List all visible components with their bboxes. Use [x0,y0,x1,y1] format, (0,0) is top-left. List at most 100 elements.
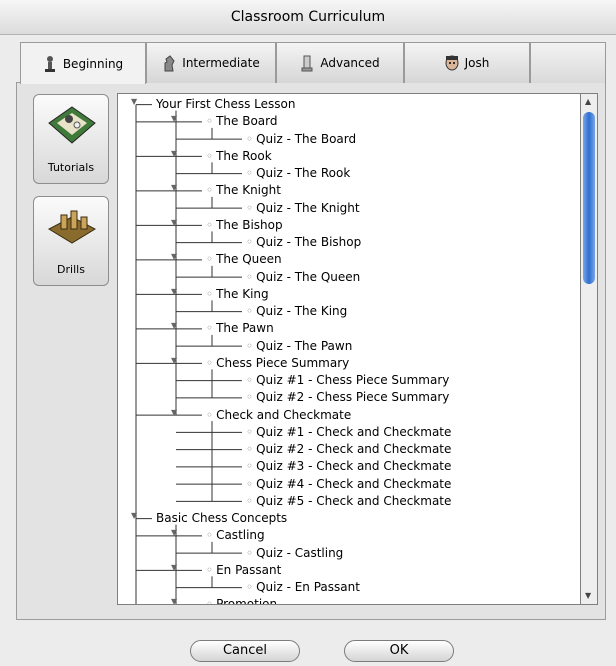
tree-quiz-item[interactable]: ◦ Quiz #2 - Check and Checkmate [246,441,451,458]
tree-lesson-item[interactable]: ◦ Promotion [206,596,278,605]
tutorials-label: Tutorials [47,161,95,174]
expander-triangle-icon[interactable]: ▼ [171,563,177,573]
tree-node-bullet-icon: ◦ [246,580,254,594]
tree-quiz-item[interactable]: ◦ Quiz - En Passant [246,579,360,596]
tree-item-label: Quiz #1 - Check and Checkmate [256,424,452,439]
cancel-button[interactable]: Cancel [190,640,300,662]
tree-quiz-item[interactable]: ◦ Quiz #4 - Check and Checkmate [246,476,451,493]
tree-item-label: Quiz - The Queen [256,269,361,284]
expander-triangle-icon[interactable]: ▼ [171,408,177,418]
tree-lesson-item[interactable]: ◦ The Pawn [206,320,274,337]
curriculum-tree[interactable]: Your First Chess Lesson ▼ ◦ The Board ▼ ◦ Quiz… [117,93,581,605]
tree-lesson-item[interactable]: ◦ En Passant [206,562,281,579]
tree-node-bullet-icon: ◦ [246,235,254,249]
tree-quiz-item[interactable]: ◦ Quiz - The Knight [246,200,360,217]
tree-node-bullet-icon: ◦ [246,304,254,318]
tree-node-bullet-icon: ◦ [246,131,254,146]
tree-quiz-item[interactable]: ◦ Quiz - The King [246,303,347,320]
tab-beginning[interactable]: Beginning [20,42,146,84]
tree-item-label: The Rook [216,148,272,163]
expander-triangle-icon[interactable]: ▼ [131,511,137,521]
chess-pieces-icon [47,210,97,244]
tree-node-bullet-icon: ◦ [246,545,254,560]
josh-face-icon [445,55,459,71]
chessboard-icon [48,106,96,144]
tree-quiz-item[interactable]: ◦ Quiz - The Pawn [246,338,352,355]
tree-lesson-item[interactable]: ◦ The Rook [206,148,272,165]
tree-lesson-item[interactable]: ◦ Castling [206,527,265,544]
tree-quiz-item[interactable]: ◦ Quiz - The Bishop [246,234,361,251]
tree-quiz-item[interactable]: ◦ Quiz - The Rook [246,165,350,182]
tree-node-bullet-icon: ◦ [206,217,214,232]
tab-advanced[interactable]: Advanced [276,42,404,83]
window-title: Classroom Curriculum [0,0,616,35]
tree-lesson-item[interactable]: ◦ The King [206,286,269,303]
tree-quiz-item[interactable]: ◦ Quiz #3 - Check and Checkmate [246,458,451,475]
tree-node-bullet-icon: ◦ [206,562,214,577]
expander-triangle-icon[interactable]: ▼ [171,287,177,297]
tree-item-label: Chess Piece Summary [216,355,350,370]
tree-node-bullet-icon: ◦ [246,459,254,474]
vertical-scrollbar[interactable]: ▲ ▼ [581,93,598,605]
tree-quiz-item[interactable]: ◦ Quiz #2 - Chess Piece Summary [246,389,449,406]
expander-triangle-icon[interactable]: ▼ [171,356,177,366]
expander-triangle-icon[interactable]: ▼ [171,252,177,262]
expander-triangle-icon[interactable]: ▼ [171,321,177,331]
tab-josh[interactable]: Josh [404,42,530,83]
tree-quiz-item[interactable]: ◦ Quiz #5 - Check and Checkmate [246,493,451,510]
tree-node-bullet-icon: ◦ [246,424,254,439]
tree-node-bullet-icon: ◦ [246,338,254,353]
tree-item-label: Check and Checkmate [216,407,352,422]
tree-lesson-item[interactable]: ◦ The Queen [206,251,282,268]
scroll-up-arrow-icon[interactable]: ▲ [585,97,591,106]
drills-label: Drills [57,263,85,276]
tree-node-bullet-icon: ◦ [206,597,214,605]
tab-intermediate[interactable]: Intermediate [146,42,276,83]
tab-label: Intermediate [182,56,260,70]
tree-item-label: The Bishop [216,217,283,232]
tree-lesson-item[interactable]: ◦ The Board [206,113,277,130]
tab-label: Josh [464,56,490,70]
tree-lesson-item[interactable]: ◦ The Bishop [206,217,283,234]
tree-item-label: The Queen [216,252,282,267]
tree-item-label: The Pawn [216,321,274,336]
tree-item-label: Promotion [216,597,278,605]
tree-lesson-item[interactable]: ◦ Chess Piece Summary [206,355,349,372]
scroll-down-arrow-icon[interactable]: ▼ [585,591,591,600]
tree-node-bullet-icon: ◦ [206,407,214,422]
tree-lesson-item[interactable]: ◦ Check and Checkmate [206,407,351,424]
tree-quiz-item[interactable]: ◦ Quiz - Castling [246,545,343,562]
tree-section-item[interactable]: Your First Chess Lesson [156,96,296,113]
expander-triangle-icon[interactable]: ▼ [171,218,177,228]
tree-node-bullet-icon: ◦ [206,114,214,129]
tree-lesson-item[interactable]: ◦ The Knight [206,182,281,199]
drills-button[interactable]: Drills [33,196,109,286]
tree-quiz-item[interactable]: ◦ Quiz - The Board [246,131,356,148]
rook-piece-icon [301,55,313,72]
expander-triangle-icon[interactable]: ▼ [171,183,177,193]
tutorials-button[interactable]: Tutorials [33,94,109,184]
expander-triangle-icon[interactable]: ▼ [171,149,177,159]
tree-item-label: Quiz - The Bishop [256,235,362,249]
scroll-thumb[interactable] [583,112,595,284]
knight-piece-icon [164,55,175,72]
tree-node-bullet-icon: ◦ [206,252,214,267]
expander-triangle-icon[interactable]: ▼ [131,97,137,107]
pawn-piece-icon [44,55,55,72]
tree-item-label: En Passant [216,562,282,577]
tree-quiz-item[interactable]: ◦ Quiz - The Queen [246,269,360,286]
tree-item-label: Quiz #2 - Check and Checkmate [256,442,452,456]
expander-triangle-icon[interactable]: ▼ [171,597,177,604]
tree-section-item[interactable]: Basic Chess Concepts [156,510,287,527]
expander-triangle-icon[interactable]: ▼ [171,528,177,538]
ok-button[interactable]: OK [344,640,454,662]
tree-node-bullet-icon: ◦ [206,355,214,370]
tree-node-bullet-icon: ◦ [246,476,254,491]
tree-quiz-item[interactable]: ◦ Quiz #1 - Chess Piece Summary [246,372,449,389]
tree-quiz-item[interactable]: ◦ Quiz #1 - Check and Checkmate [246,424,451,441]
tree-item-label: The King [216,286,269,301]
tree-node-bullet-icon: ◦ [246,442,254,456]
tree-node-bullet-icon: ◦ [206,183,214,198]
tree-node-bullet-icon: ◦ [206,286,214,301]
expander-triangle-icon[interactable]: ▼ [171,114,177,124]
